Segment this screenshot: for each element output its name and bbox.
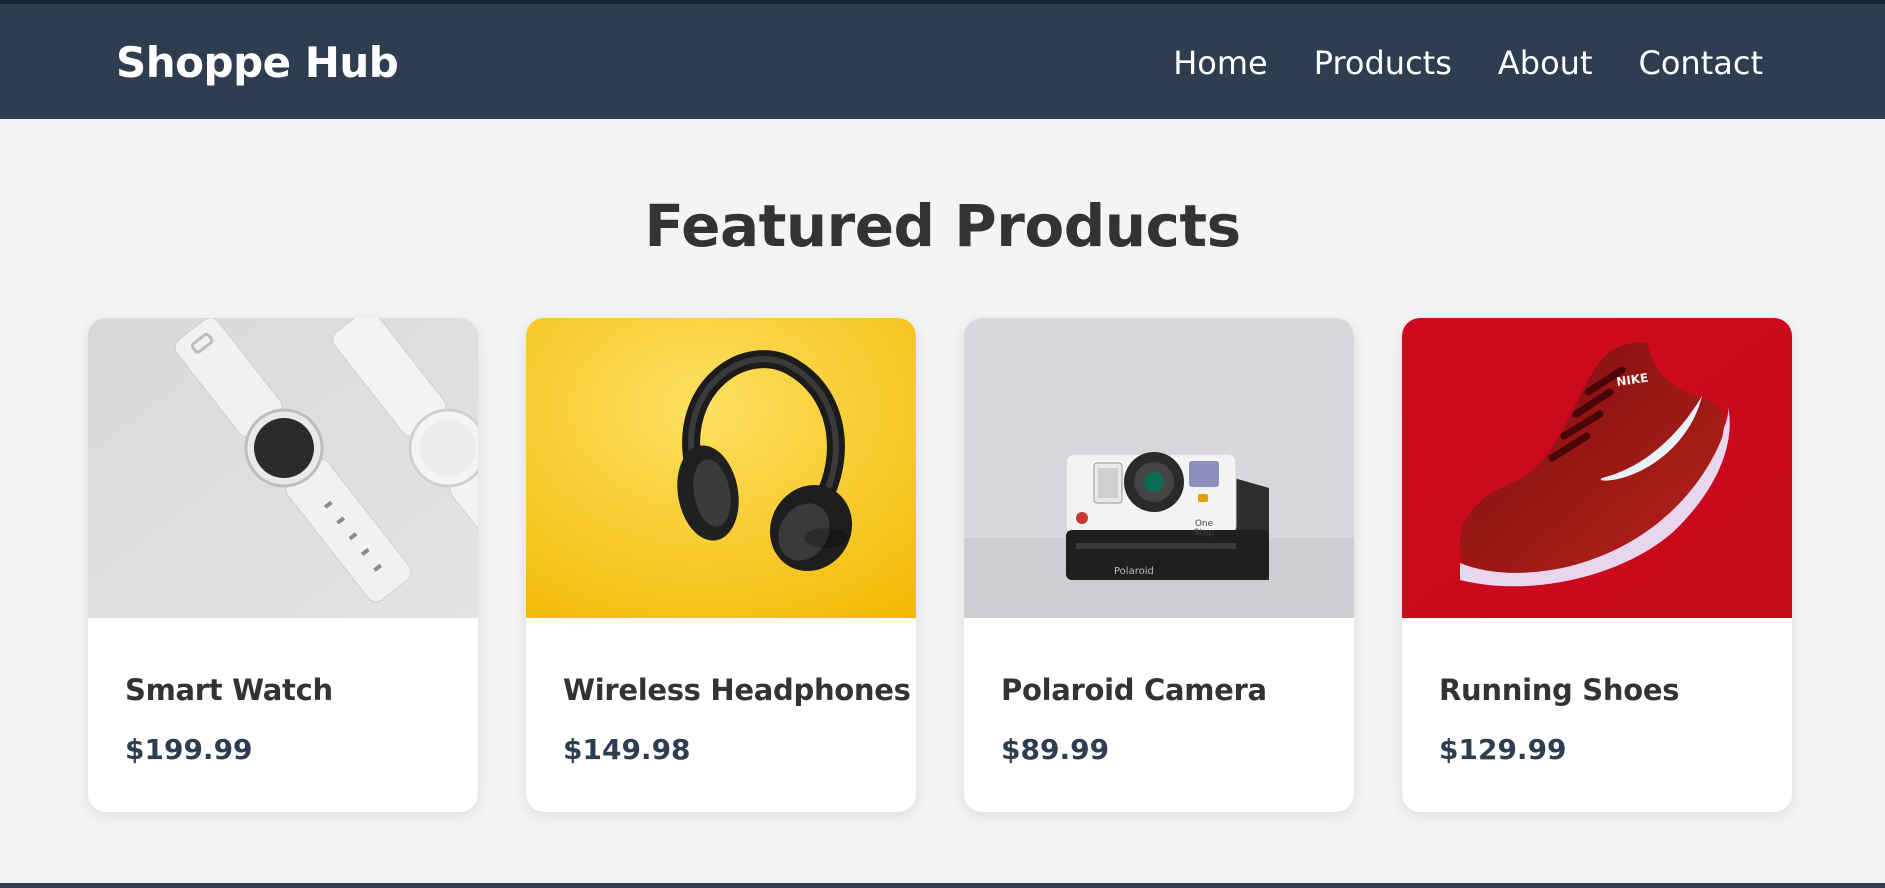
product-card-polaroid-camera[interactable]: One Step Polaroid Polaroid Camera $89.99	[964, 318, 1354, 812]
navbar: Shoppe Hub Home Products About Contact	[0, 4, 1885, 119]
polaroid-camera-icon: One Step Polaroid	[964, 318, 1354, 618]
product-title: Wireless Headphones	[563, 673, 911, 707]
product-image-shoes: NIKE	[1402, 318, 1792, 618]
brand-logo[interactable]: Shoppe Hub	[116, 38, 399, 87]
nav-link-home[interactable]: Home	[1173, 44, 1268, 82]
running-shoe-icon: NIKE	[1402, 318, 1792, 618]
product-title: Smart Watch	[125, 673, 333, 707]
product-image-camera: One Step Polaroid	[964, 318, 1354, 618]
footer-border	[0, 883, 1885, 888]
product-price: $149.98	[563, 733, 691, 766]
nav-link-products[interactable]: Products	[1314, 44, 1452, 82]
product-title: Polaroid Camera	[1001, 673, 1267, 707]
product-price: $129.99	[1439, 733, 1567, 766]
nav-link-about[interactable]: About	[1498, 44, 1593, 82]
product-card-wireless-headphones[interactable]: Wireless Headphones $149.98	[526, 318, 916, 812]
main-nav: Home Products About Contact	[1173, 44, 1763, 82]
product-grid: Smart Watch $199.99 Wireless Headphones …	[88, 318, 1792, 812]
smart-watch-icon	[88, 318, 478, 618]
nav-link-contact[interactable]: Contact	[1639, 44, 1764, 82]
camera-label-step: Step	[1194, 528, 1215, 538]
camera-brand-label: Polaroid	[1114, 566, 1154, 577]
product-card-smart-watch[interactable]: Smart Watch $199.99	[88, 318, 478, 812]
product-image-headphones	[526, 318, 916, 618]
product-price: $199.99	[125, 733, 253, 766]
product-title: Running Shoes	[1439, 673, 1680, 707]
product-image-smart-watch	[88, 318, 478, 618]
page-title: Featured Products	[644, 192, 1241, 260]
headphones-icon	[526, 318, 916, 618]
product-card-running-shoes[interactable]: NIKE Running Shoes $129.99	[1402, 318, 1792, 812]
product-price: $89.99	[1001, 733, 1110, 766]
